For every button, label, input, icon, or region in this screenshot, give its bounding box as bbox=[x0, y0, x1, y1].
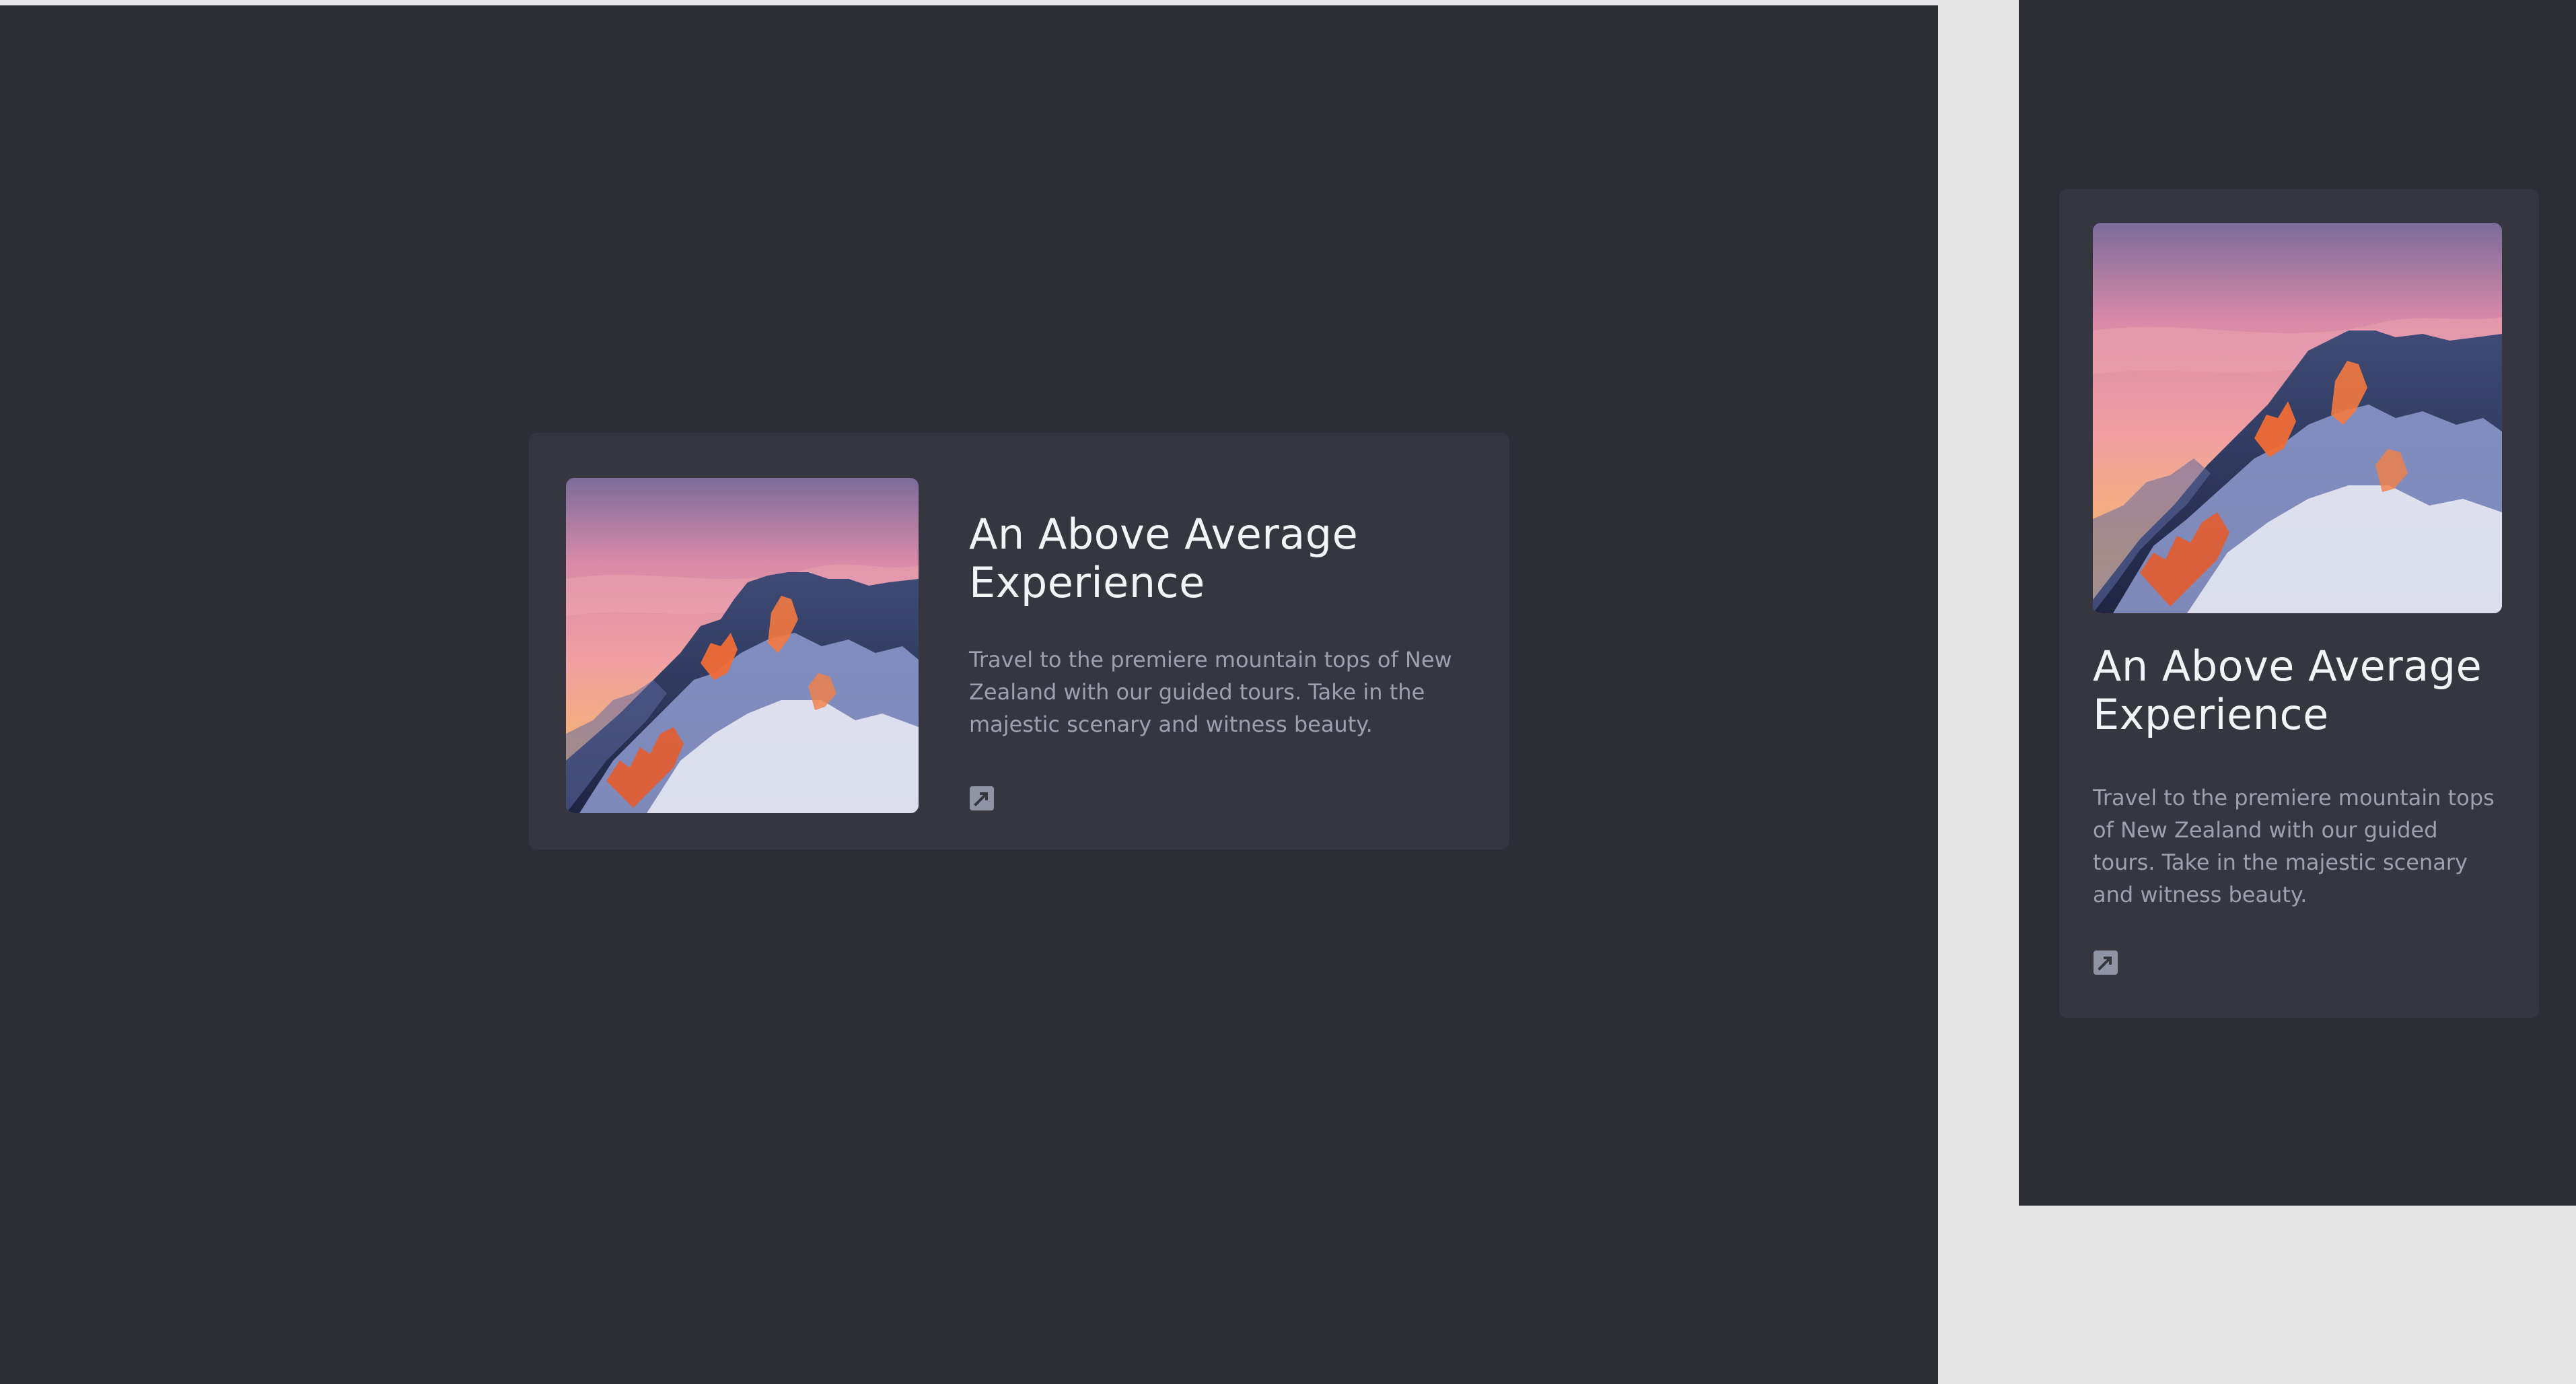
card-title: An Above Average Experience bbox=[969, 510, 1359, 607]
card-image bbox=[2093, 223, 2502, 613]
card-mobile: An Above Average Experience Travel to th… bbox=[2059, 189, 2539, 1018]
card-description: Travel to the premiere mountain tops of … bbox=[2093, 785, 2495, 907]
mountain-image bbox=[566, 478, 919, 813]
card-title: An Above Average Experience bbox=[2093, 642, 2482, 739]
desktop-preview: An Above Average Experience Travel to th… bbox=[0, 5, 1938, 1384]
external-link-icon[interactable] bbox=[969, 786, 995, 811]
mobile-preview: An Above Average Experience Travel to th… bbox=[2019, 0, 2576, 1206]
card-desktop: An Above Average Experience Travel to th… bbox=[529, 433, 1509, 850]
top-strip bbox=[0, 0, 1938, 5]
external-link-icon[interactable] bbox=[2093, 950, 2118, 975]
card-image bbox=[566, 478, 919, 813]
mountain-image bbox=[2093, 223, 2502, 613]
card-description: Travel to the premiere mountain tops of … bbox=[969, 647, 1452, 737]
